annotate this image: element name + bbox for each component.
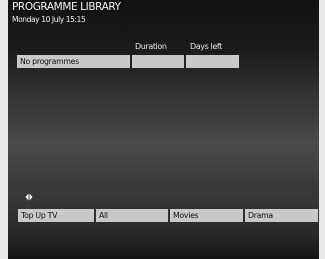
date-time: Monday 10 July 15:15 (12, 15, 86, 24)
programme-name-cell: No programmes (17, 55, 130, 68)
tab-top-up-tv[interactable]: Top Up TV (18, 209, 94, 222)
page-title: PROGRAMME LIBRARY (12, 1, 121, 13)
days-left-cell (186, 55, 239, 68)
duration-cell (132, 55, 184, 68)
left-right-arrows-icon (25, 193, 33, 201)
tv-screen: PROGRAMME LIBRARY Monday 10 July 15:15 D… (8, 0, 319, 259)
column-header-duration: Duration (135, 42, 167, 51)
tab-all[interactable]: All (96, 209, 168, 222)
tab-movies[interactable]: Movies (170, 209, 243, 222)
column-header-days-left: Days left (190, 42, 222, 51)
tab-drama[interactable]: Drama (245, 209, 318, 222)
